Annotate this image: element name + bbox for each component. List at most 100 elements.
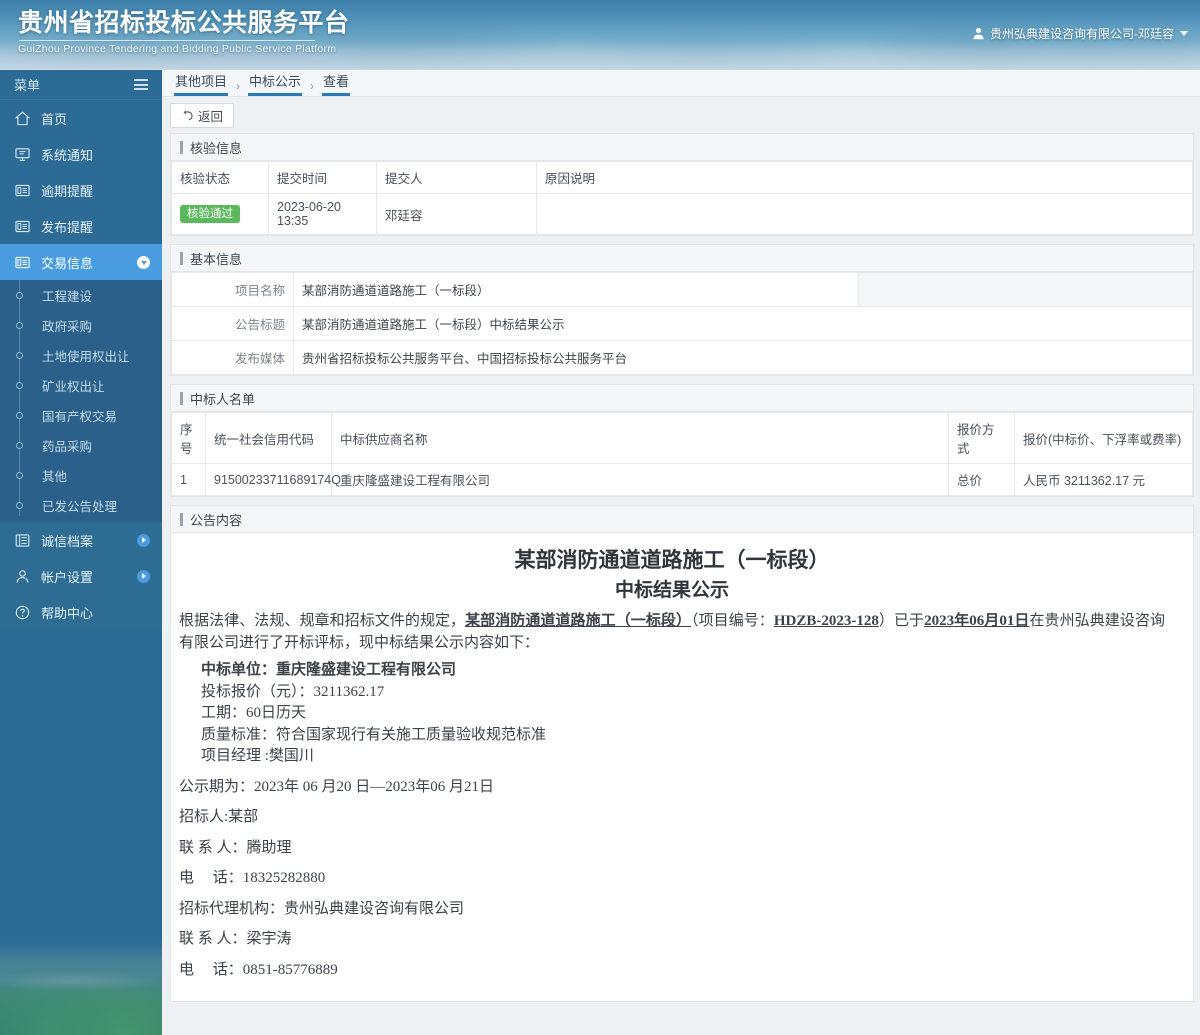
table-row: 发布媒体 贵州省招标投标公共服务平台、中国招标投标公共服务平台 [171, 340, 1193, 375]
sidebar-subitem-published-notice[interactable]: 已发公告处理 [0, 490, 162, 520]
list-icon [15, 533, 30, 547]
hamburger-icon[interactable] [134, 79, 148, 90]
para-text-code-lead: （项目编号： [691, 613, 774, 629]
sidebar-subitem-state-property[interactable]: 国有产权交易 [0, 400, 162, 430]
undo-arrow-icon [183, 109, 193, 120]
contact-person-line-1: 联 系 人：腾助理 [179, 839, 292, 856]
winner-list-table: 序号 统一社会信用代码 中标供应商名称 报价方式 报价(中标价、下浮率或费率) … [171, 412, 1193, 496]
status-badge: 核验通过 [180, 205, 240, 223]
sidebar-item-credit-archive[interactable]: 诚信档案 [0, 522, 162, 558]
column-header-index: 序号 [171, 412, 206, 464]
sidebar-item-home[interactable]: 首页 [0, 100, 162, 136]
breadcrumb-separator: › [236, 79, 241, 93]
winner-list-title: 中标人名单 [171, 385, 1193, 412]
phone-line-2: 电 话：0851-85776889 [179, 961, 338, 978]
sidebar-menu-header: 菜单 [0, 70, 162, 100]
sidebar-item-label: 帐户设置 [41, 569, 94, 585]
value-notice-title: 某部消防通道道路施工（一标段）中标结果公示 [293, 306, 1193, 341]
label-project-name: 项目名称 [171, 272, 294, 307]
column-header-quote: 报价(中标价、下浮率或费率) [1014, 412, 1193, 464]
tenderer-line: 招标人:某部 [179, 809, 259, 825]
sidebar-item-publish-reminder[interactable]: 发布提醒 [0, 208, 162, 244]
sidebar-submenu-transaction: 工程建设 政府采购 土地使用权出让 矿业权出让 国有产权交易 药品采购 其他 已… [0, 280, 162, 522]
document-icon [15, 184, 30, 196]
back-button-label: 返回 [198, 109, 224, 124]
table-row: 项目名称 某部消防通道道路施工（一标段） [171, 272, 1193, 307]
phone-line-1: 电 话：18325282880 [179, 870, 326, 886]
table-row: 公告标题 某部消防通道道路施工（一标段）中标结果公示 [171, 306, 1193, 341]
site-header: 贵州省招标投标公共服务平台 GuiZhou Province Tendering… [0, 0, 1200, 70]
back-button[interactable]: 返回 [170, 102, 235, 128]
winner-line: 中标单位：重庆隆盛建设工程有限公司 [179, 660, 1165, 682]
announcement-doc-subtitle: 中标结果公示 [614, 580, 729, 601]
sidebar-item-help-center[interactable]: 帮助中心 [0, 594, 162, 630]
chevron-down-icon[interactable] [137, 255, 150, 269]
toolbar: 返回 [162, 97, 1200, 133]
project-manager-line: 项目经理 :樊国川 [201, 748, 314, 764]
agency-line: 招标代理机构：贵州弘典建设咨询有限公司 [179, 900, 465, 917]
cell-credit-code: 91500233711689174Q [205, 463, 341, 496]
table-header-row: 核验状态 提交时间 提交人 原因说明 [171, 161, 1193, 194]
label-notice-title: 公告标题 [171, 306, 294, 341]
section-title: 公告内容 [190, 512, 243, 528]
section-title: 核验信息 [190, 140, 243, 156]
sidebar-item-label: 交易信息 [41, 255, 94, 271]
sidebar-subitem-land-use-right[interactable]: 土地使用权出让 [0, 340, 162, 370]
sidebar-subitem-mining-right[interactable]: 矿业权出让 [0, 370, 162, 400]
section-accent-bar [180, 391, 183, 405]
verify-info-table: 核验状态 提交时间 提交人 原因说明 核验通过 2023-06-20 13:35… [171, 161, 1193, 235]
column-header-status: 核验状态 [171, 161, 269, 194]
sidebar-subitem-gov-procurement[interactable]: 政府采购 [0, 310, 162, 340]
document-icon [15, 220, 30, 232]
column-header-submit-time: 提交时间 [268, 161, 377, 194]
user-menu[interactable]: 贵州弘典建设咨询有限公司-邓廷容 [972, 25, 1188, 42]
sidebar-item-system-notice[interactable]: 系统通知 [0, 136, 162, 172]
sidebar-landscape-image [0, 940, 162, 1035]
value-project-name: 某部消防通道道路施工（一标段） [293, 272, 859, 307]
column-header-credit-code: 统一社会信用代码 [205, 412, 332, 464]
breadcrumb-item-award-notice[interactable]: 中标公示 [248, 71, 303, 96]
label-publish-media: 发布媒体 [171, 340, 294, 375]
cell-supplier: 重庆隆盛建设工程有限公司 [331, 463, 949, 496]
user-name: 贵州弘典建设咨询有限公司-邓廷容 [990, 27, 1174, 41]
column-header-reason: 原因说明 [536, 161, 1193, 194]
cell-submit-time: 2023-06-20 13:35 [268, 193, 377, 235]
para-text-mid: ）已于 [878, 613, 925, 629]
cell-index: 1 [171, 463, 206, 496]
breadcrumb-item-other-projects[interactable]: 其他项目 [174, 71, 229, 96]
sidebar-item-overdue-reminder[interactable]: 逾期提醒 [0, 172, 162, 208]
winner-list-panel: 中标人名单 序号 统一社会信用代码 中标供应商名称 报价方式 报价(中标价、下浮… [170, 384, 1194, 497]
contact-person-line-2: 联 系 人：梁宇涛 [179, 931, 292, 947]
monitor-icon [15, 147, 30, 161]
main-content: 其他项目 › 中标公示 › 查看 返回 核验信息 核验状态 提交时间 提交人 原… [162, 70, 1200, 1035]
sidebar-subitem-other[interactable]: 其他 [0, 460, 162, 490]
sidebar-subitem-engineering[interactable]: 工程建设 [0, 280, 162, 310]
cell-quote-type: 总价 [948, 463, 1015, 496]
basic-info-panel: 基本信息 项目名称 某部消防通道道路施工（一标段） 公告标题 某部消防通道道路施… [170, 244, 1194, 376]
sidebar-item-label: 发布提醒 [41, 219, 94, 235]
sidebar-item-label: 逾期提醒 [41, 183, 94, 199]
sidebar-nav: 首页 系统通知 逾期提醒 发布提醒 交易信息 工程建设 政府采购 土地使用权出让… [0, 100, 162, 630]
para-project-name: 某部消防通道道路施工（一标段） [465, 613, 692, 629]
sidebar-subitem-label: 已发公告处理 [42, 499, 118, 514]
cell-reason [536, 193, 1193, 235]
sidebar-subitem-label: 矿业权出让 [42, 379, 105, 394]
cell-status: 核验通过 [171, 193, 269, 235]
sidebar-item-label: 帮助中心 [41, 605, 94, 621]
duration-line: 工期：60日历天 [201, 705, 307, 721]
sidebar-item-transaction-info[interactable]: 交易信息 [0, 244, 162, 280]
chevron-right-icon[interactable] [137, 569, 150, 583]
announcement-title-bar: 公告内容 [171, 506, 1193, 533]
section-accent-bar [180, 512, 183, 526]
document-icon [15, 256, 30, 268]
sidebar-item-account-settings[interactable]: 帐户设置 [0, 558, 162, 594]
para-text-lead: 根据法律、法规、规章和招标文件的规定， [179, 613, 466, 629]
section-accent-bar [180, 140, 183, 154]
sidebar-subitem-drug-procurement[interactable]: 药品采购 [0, 430, 162, 460]
sidebar: 菜单 首页 系统通知 逾期提醒 发布提醒 交易信息 工程建设 政府采购 土地使用… [0, 70, 162, 1035]
breadcrumb-item-view[interactable]: 查看 [322, 71, 351, 96]
column-header-submitter: 提交人 [376, 161, 537, 194]
basic-info-table: 项目名称 某部消防通道道路施工（一标段） 公告标题 某部消防通道道路施工（一标段… [171, 272, 1193, 375]
chevron-right-icon[interactable] [137, 533, 150, 547]
sidebar-item-label: 系统通知 [41, 147, 94, 163]
